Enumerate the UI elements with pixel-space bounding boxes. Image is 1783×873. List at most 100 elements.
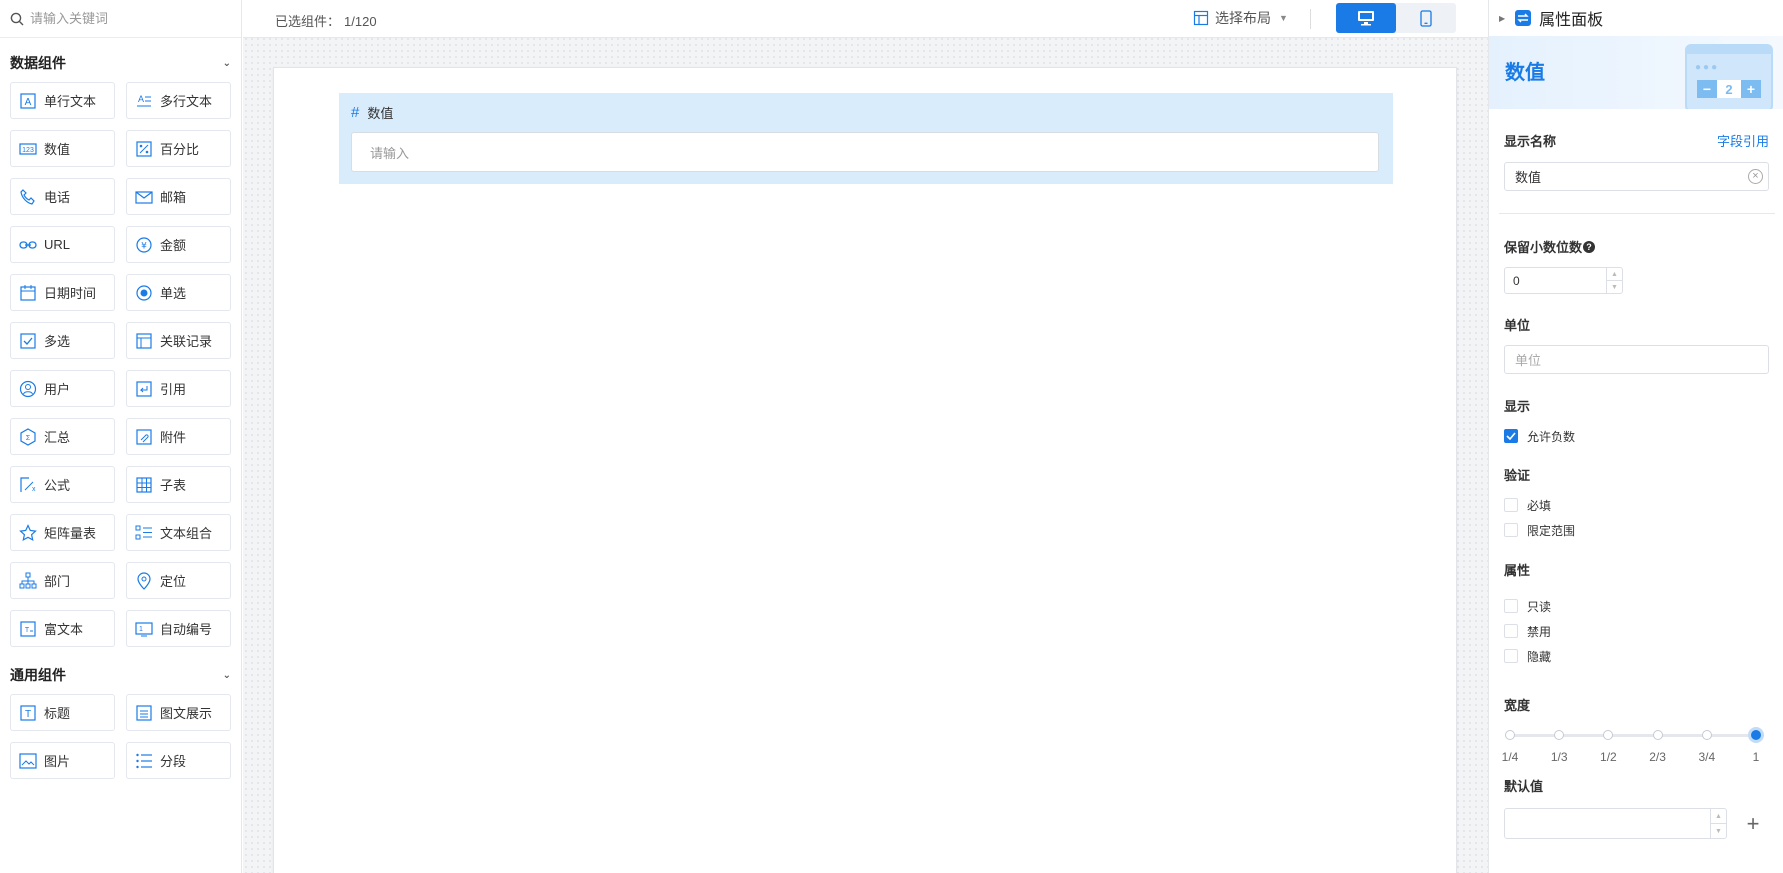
- component-single-line-text[interactable]: A 单行文本: [10, 82, 115, 119]
- component-auto-number[interactable]: 1 自动编号: [126, 610, 231, 647]
- desktop-view-button[interactable]: [1336, 3, 1396, 33]
- form-field-number[interactable]: # 数值 请输入: [339, 93, 1393, 184]
- spin-up-icon[interactable]: ▲: [1607, 268, 1622, 281]
- selected-label: 已选组件：: [275, 14, 341, 29]
- component-star[interactable]: 矩阵量表: [10, 514, 115, 551]
- component-section[interactable]: 分段: [126, 742, 231, 779]
- svg-text:Σ: Σ: [26, 435, 31, 442]
- search-input[interactable]: [30, 11, 230, 26]
- checkbox-checked-icon[interactable]: [1504, 429, 1518, 443]
- clear-icon[interactable]: ×: [1748, 169, 1763, 184]
- attachment-icon: [135, 428, 153, 446]
- chevron-down-icon[interactable]: ⌄: [223, 670, 231, 681]
- range-checkbox[interactable]: 限定范围: [1504, 521, 1769, 539]
- decimals-spinner[interactable]: ▲ ▼: [1606, 268, 1622, 293]
- component-percent[interactable]: 百分比: [126, 130, 231, 167]
- spin-down-icon[interactable]: ▼: [1607, 281, 1622, 293]
- component-title[interactable]: T 标题: [10, 694, 115, 731]
- group-title: 通用组件: [10, 667, 66, 683]
- component-calendar[interactable]: 日期时间: [10, 274, 115, 311]
- slider-tick-label: 2/3: [1649, 750, 1666, 764]
- slider-track[interactable]: [1510, 734, 1762, 737]
- component-org-chart[interactable]: 部门: [10, 562, 115, 599]
- component-label: 电话: [44, 190, 71, 205]
- readonly-checkbox[interactable]: 只读: [1504, 597, 1769, 615]
- attrs-row: 属性: [1504, 560, 1769, 579]
- select-layout-button[interactable]: 选择布局 ▼: [1193, 8, 1288, 28]
- required-checkbox[interactable]: 必填: [1504, 496, 1769, 514]
- component-summary[interactable]: Σ 汇总: [10, 418, 115, 455]
- component-user[interactable]: 用户: [10, 370, 115, 407]
- slider-stop[interactable]: [1505, 730, 1515, 740]
- component-related-record[interactable]: 关联记录: [126, 322, 231, 359]
- component-label: 引用: [160, 382, 187, 397]
- field-input[interactable]: 请输入: [351, 132, 1379, 172]
- field-placeholder: 请输入: [370, 145, 410, 161]
- component-label: 附件: [160, 430, 187, 445]
- mobile-view-button[interactable]: [1396, 3, 1456, 33]
- text-combo-icon: [135, 524, 153, 542]
- width-slider[interactable]: 1/4 1/3 1/2 2/3 3/4 1: [1502, 724, 1769, 764]
- hidden-checkbox[interactable]: 隐藏: [1504, 647, 1769, 665]
- component-reference[interactable]: 引用: [126, 370, 231, 407]
- divider: [1499, 213, 1775, 214]
- component-label: 自动编号: [160, 622, 213, 637]
- image-text-icon: [135, 704, 153, 722]
- component-location-pin[interactable]: 定位: [126, 562, 231, 599]
- component-multi-line-text[interactable]: A 多行文本: [126, 82, 231, 119]
- caret-right-icon[interactable]: ▶: [1499, 14, 1505, 23]
- component-number[interactable]: 123 数值: [10, 130, 115, 167]
- checkbox-icon[interactable]: [1504, 624, 1518, 638]
- add-icon[interactable]: +: [1743, 808, 1763, 839]
- component-rich-text[interactable]: T 富文本: [10, 610, 115, 647]
- component-link[interactable]: URL: [10, 226, 115, 263]
- decimals-input[interactable]: 0 ▲ ▼: [1504, 267, 1623, 294]
- component-radio[interactable]: 单选: [126, 274, 231, 311]
- checkbox-icon[interactable]: [1504, 649, 1518, 663]
- slider-stop[interactable]: [1554, 730, 1565, 740]
- component-image-text[interactable]: 图文展示: [126, 694, 231, 731]
- default-spinner[interactable]: ▲ ▼: [1710, 809, 1726, 838]
- component-attachment[interactable]: 附件: [126, 418, 231, 455]
- checkbox-icon[interactable]: [1504, 599, 1518, 613]
- mobile-icon: [1420, 9, 1432, 27]
- form-canvas[interactable]: # 数值 请输入: [273, 67, 1457, 873]
- svg-text:A: A: [25, 97, 32, 108]
- component-formula[interactable]: x 公式: [10, 466, 115, 503]
- slider-handle[interactable]: [1748, 727, 1764, 743]
- component-email[interactable]: 邮箱: [126, 178, 231, 215]
- default-value-input[interactable]: ▲ ▼: [1504, 808, 1727, 839]
- settings-swap-icon: [1515, 10, 1532, 26]
- panel-title: 属性面板: [1539, 12, 1604, 29]
- group-header-data[interactable]: 数据组件 ⌄: [0, 50, 241, 76]
- layout-label: 选择布局: [1215, 10, 1271, 26]
- allow-negative-checkbox[interactable]: 允许负数: [1504, 427, 1769, 445]
- component-text-combo[interactable]: 文本组合: [126, 514, 231, 551]
- unit-input[interactable]: 单位: [1504, 345, 1769, 374]
- checkbox-icon[interactable]: [1504, 523, 1518, 537]
- help-icon[interactable]: ?: [1583, 240, 1596, 253]
- component-image[interactable]: 图片: [10, 742, 115, 779]
- svg-text:A: A: [138, 94, 144, 104]
- slider-stop[interactable]: [1701, 730, 1712, 740]
- panel-header: ▶ 属性面板: [1489, 0, 1783, 36]
- component-banner: 数值 ●●● − 2 +: [1489, 36, 1783, 109]
- unit-row: 单位: [1504, 315, 1769, 334]
- chevron-down-icon[interactable]: ⌄: [223, 58, 231, 69]
- component-label: 定位: [160, 574, 187, 589]
- required-label: 必填: [1527, 498, 1552, 513]
- slider-stop[interactable]: [1603, 730, 1614, 740]
- spin-down-icon[interactable]: ▼: [1711, 824, 1726, 838]
- component-phone[interactable]: 电话: [10, 178, 115, 215]
- slider-tick-label: 1/3: [1550, 750, 1568, 764]
- group-header-general[interactable]: 通用组件 ⌄: [0, 662, 241, 688]
- slider-stop[interactable]: [1652, 730, 1663, 740]
- component-checkbox[interactable]: 多选: [10, 322, 115, 359]
- component-subtable[interactable]: 子表: [126, 466, 231, 503]
- disabled-checkbox[interactable]: 禁用: [1504, 622, 1769, 640]
- checkbox-icon[interactable]: [1504, 498, 1518, 512]
- spin-up-icon[interactable]: ▲: [1711, 809, 1726, 824]
- field-reference-link[interactable]: 字段引用: [1717, 131, 1769, 150]
- display-name-input[interactable]: 数值 ×: [1504, 162, 1769, 191]
- component-currency[interactable]: ¥ 金额: [126, 226, 231, 263]
